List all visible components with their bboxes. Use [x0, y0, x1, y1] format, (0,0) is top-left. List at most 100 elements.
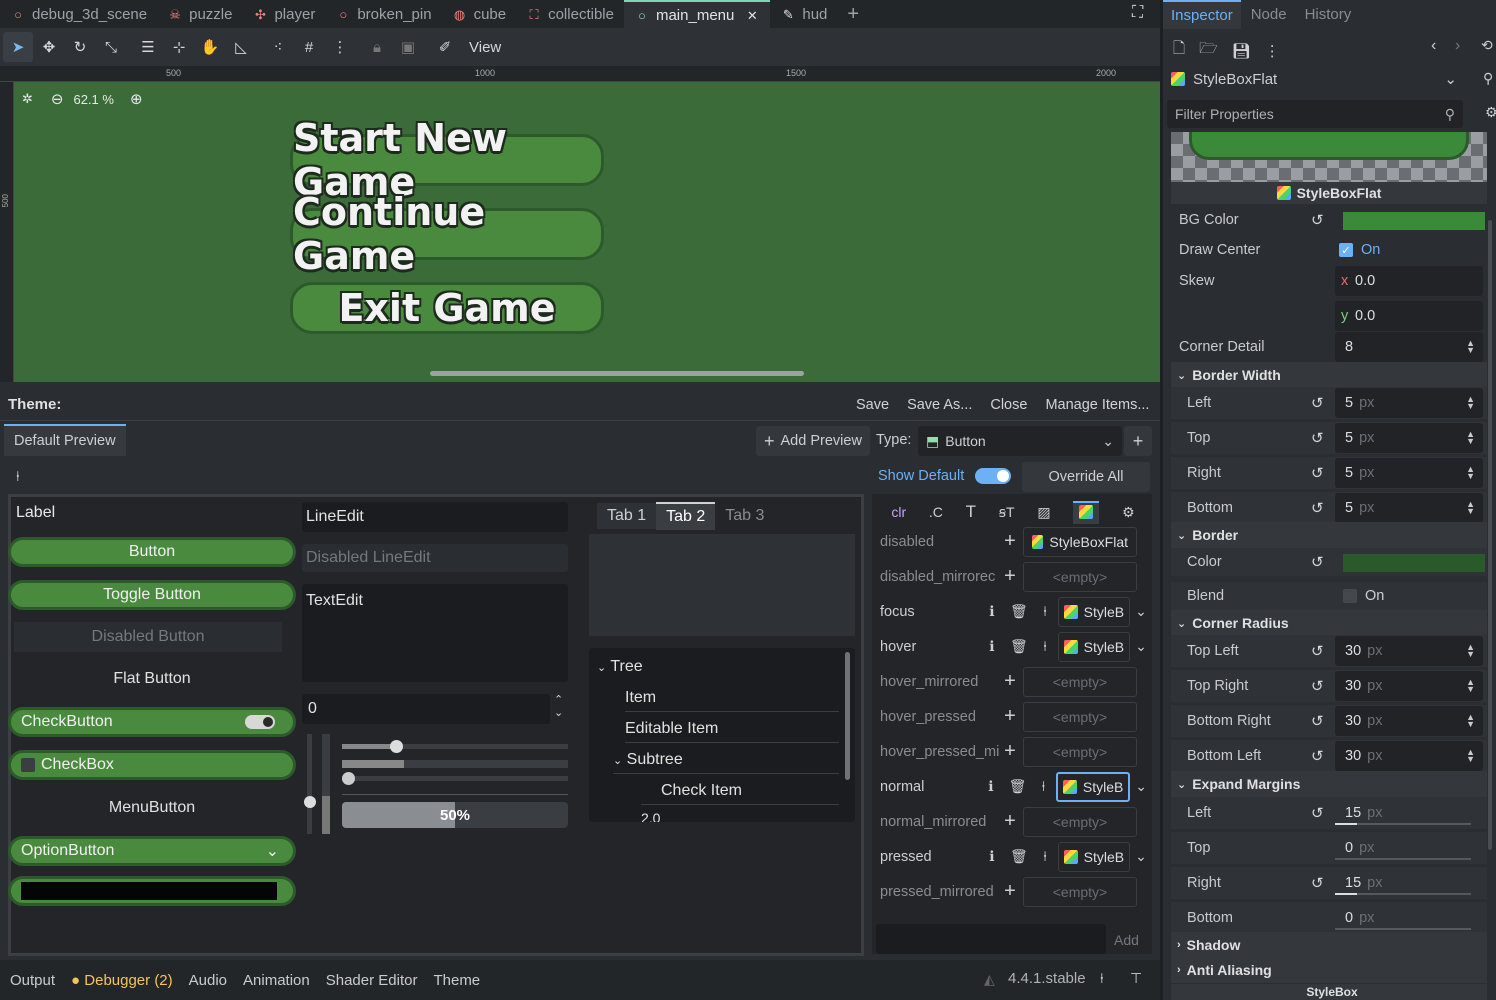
- value-field[interactable]: 5 px ▲ ▼: [1335, 388, 1483, 418]
- info-icon[interactable]: ℹ: [978, 778, 1005, 795]
- value-field[interactable]: 5 px ▲ ▼: [1335, 458, 1483, 488]
- bg-color-swatch[interactable]: [1343, 212, 1485, 230]
- value-slider-field[interactable]: 0 px: [1335, 903, 1483, 933]
- preview-optionbutton[interactable]: OptionButton ⌄: [8, 836, 296, 866]
- start-new-game-button[interactable]: Start New Game: [290, 116, 604, 204]
- value-slider-field[interactable]: 15 px: [1335, 868, 1483, 898]
- trash-icon[interactable]: 🗑︎: [1004, 778, 1031, 795]
- reset-icon[interactable]: ↺: [1311, 747, 1324, 765]
- value-field[interactable]: 5 px ▲ ▼: [1335, 493, 1483, 523]
- pin-icon[interactable]: ⍿: [1031, 778, 1056, 795]
- add-preview-button[interactable]: + Add Preview: [756, 426, 870, 456]
- spin-arrows-icon[interactable]: ⌃ ⌄: [554, 694, 563, 720]
- info-icon[interactable]: ℹ: [979, 603, 1006, 620]
- stylebox-resource-field[interactable]: StyleBoxFlat: [1023, 526, 1137, 557]
- font-size-type-icon[interactable]: ꞩT: [999, 504, 1015, 521]
- section-stylebox[interactable]: StyleBox: [1171, 984, 1487, 1000]
- pin-icon[interactable]: ⍿: [1032, 848, 1057, 865]
- manage-items-button[interactable]: Manage Items...: [1039, 392, 1155, 418]
- pin-icon[interactable]: ⍿: [1100, 970, 1104, 987]
- preview-menubutton[interactable]: MenuButton: [8, 793, 296, 823]
- smart-snap-icon[interactable]: ⁖: [263, 32, 293, 62]
- lock-icon[interactable]: 🔒︎: [362, 32, 392, 62]
- section-corner-radius[interactable]: ⌄ Corner Radius: [1171, 610, 1487, 636]
- scene-tab-debug-3d-scene[interactable]: ○ debug_3d_scene: [0, 0, 157, 28]
- ruler-tool-icon[interactable]: ◺: [226, 32, 256, 62]
- info-icon[interactable]: ℹ: [979, 638, 1006, 655]
- bottom-tab-audio[interactable]: Audio: [189, 972, 227, 989]
- font-type-icon[interactable]: T: [966, 502, 976, 522]
- empty-resource-field[interactable]: <empty>: [1023, 561, 1137, 592]
- filter-options-icon[interactable]: ⚙: [1485, 104, 1496, 121]
- reset-icon[interactable]: ↺: [1311, 211, 1324, 229]
- save-icon[interactable]: 💾︎: [1232, 42, 1251, 60]
- reset-icon[interactable]: ↺: [1311, 553, 1324, 571]
- add-scene-tab-button[interactable]: +: [837, 0, 869, 28]
- spin-arrows-icon[interactable]: ▲ ▼: [1466, 748, 1475, 764]
- plus-icon[interactable]: +: [997, 705, 1023, 728]
- tab-node[interactable]: Node: [1241, 1, 1297, 28]
- tab-default-preview[interactable]: Default Preview: [4, 424, 126, 456]
- filter-properties-input[interactable]: Filter Properties ⚲: [1167, 100, 1463, 128]
- section-shadow[interactable]: › Shadow: [1171, 932, 1487, 958]
- reset-icon[interactable]: ↺: [1311, 394, 1324, 412]
- scene-tab-broken-pin[interactable]: ○ broken_pin: [325, 0, 441, 28]
- tree-check-item[interactable]: Check Item: [641, 782, 839, 805]
- list-select-icon[interactable]: ☰: [133, 32, 163, 62]
- constant-type-icon[interactable]: .C: [929, 504, 943, 520]
- chevron-down-icon[interactable]: ⌄: [1130, 603, 1152, 620]
- scene-tab-puzzle[interactable]: ☠ puzzle: [157, 0, 242, 28]
- spin-arrows-icon[interactable]: ▲ ▼: [1466, 678, 1475, 694]
- section-border-width[interactable]: ⌄ Border Width: [1171, 362, 1487, 388]
- stylebox-resource-field[interactable]: StyleB: [1057, 596, 1131, 627]
- zoom-in-icon[interactable]: ⊕: [130, 90, 143, 108]
- rotate-tool-icon[interactable]: ↻: [65, 32, 95, 62]
- reset-icon[interactable]: ↺: [1311, 642, 1324, 660]
- reset-icon[interactable]: ↺: [1311, 874, 1324, 892]
- spin-arrows-icon[interactable]: ▲ ▼: [1466, 643, 1475, 659]
- more-options-icon[interactable]: ⋮: [325, 32, 355, 62]
- pan-tool-icon[interactable]: ✋: [195, 32, 225, 62]
- tab-history[interactable]: History: [1297, 1, 1360, 28]
- close-button[interactable]: Close: [984, 392, 1033, 418]
- preview-flat-button[interactable]: Flat Button: [8, 664, 296, 694]
- bottom-tab-theme[interactable]: Theme: [433, 972, 480, 989]
- plus-icon[interactable]: +: [997, 740, 1023, 763]
- empty-resource-field[interactable]: <empty>: [1023, 736, 1137, 767]
- tree-editable-item[interactable]: Editable Item: [625, 720, 839, 743]
- stylebox-resource-field[interactable]: StyleB: [1057, 841, 1131, 872]
- empty-resource-field[interactable]: <empty>: [1023, 876, 1137, 907]
- empty-resource-field[interactable]: <empty>: [1023, 806, 1137, 837]
- blend-checkbox[interactable]: On: [1343, 588, 1384, 604]
- stylebox-resource-field[interactable]: StyleB: [1055, 771, 1131, 802]
- spin-arrows-icon[interactable]: ▲ ▼: [1466, 430, 1475, 446]
- continue-game-button[interactable]: Continue Game: [290, 190, 604, 278]
- bone-tool-icon[interactable]: ✐: [430, 32, 460, 62]
- spin-arrows-icon[interactable]: ▲ ▼: [1466, 713, 1475, 729]
- snap-icon[interactable]: ✲: [22, 91, 33, 107]
- expand-panel-icon[interactable]: ⊤: [1130, 970, 1142, 987]
- empty-resource-field[interactable]: <empty>: [1023, 666, 1137, 697]
- preview-tree[interactable]: ⌄ Tree Item Editable Item ⌄ Subtree Chec…: [589, 648, 855, 822]
- value-field[interactable]: 30 px ▲ ▼: [1335, 636, 1483, 666]
- reset-icon[interactable]: ↺: [1311, 804, 1324, 822]
- preview-hslider-2[interactable]: [342, 772, 568, 785]
- section-border[interactable]: ⌄ Border: [1171, 522, 1487, 548]
- spin-arrows-icon[interactable]: ▲ ▼: [1466, 465, 1475, 481]
- back-arrow-icon[interactable]: ‹: [1431, 37, 1436, 55]
- color-type-icon[interactable]: clr: [891, 504, 906, 520]
- skew-y-field[interactable]: y 0.0: [1335, 301, 1483, 331]
- settings-type-icon[interactable]: ⚙: [1122, 504, 1135, 521]
- scene-tab-hud[interactable]: ✎ hud: [770, 0, 837, 28]
- scene-tab-main-menu[interactable]: ○ main_menu ✕: [623, 0, 771, 28]
- inspector-scrollbar[interactable]: [1488, 220, 1492, 850]
- preview-hscrollbar[interactable]: [342, 760, 568, 768]
- spin-arrows-icon[interactable]: ▲ ▼: [1466, 339, 1475, 355]
- plus-icon[interactable]: +: [997, 565, 1023, 588]
- zoom-out-icon[interactable]: ⊖: [51, 90, 64, 108]
- pin-icon[interactable]: ⍿: [1032, 638, 1057, 655]
- reset-icon[interactable]: ↺: [1311, 712, 1324, 730]
- border-color-swatch[interactable]: [1343, 554, 1485, 572]
- resource-selector[interactable]: StyleBoxFlat ⌄: [1167, 64, 1463, 94]
- bottom-tab-output[interactable]: Output: [10, 972, 55, 989]
